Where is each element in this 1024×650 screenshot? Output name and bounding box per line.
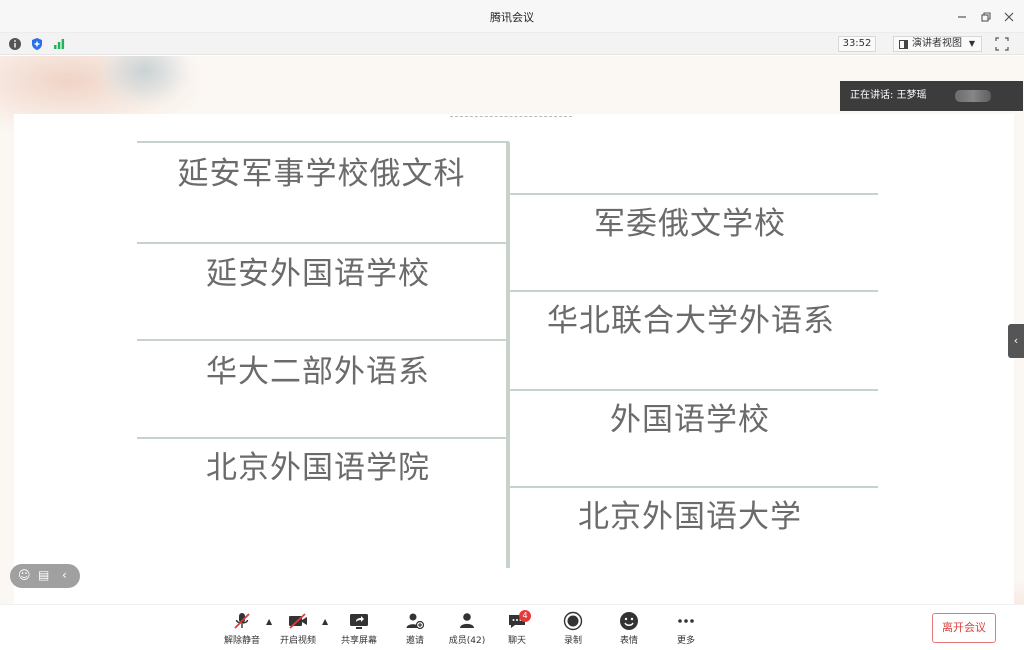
meeting-timer: 33:52	[838, 36, 876, 52]
more-button[interactable]: 更多	[673, 611, 699, 647]
meeting-toolbar: 解除静音 ▲ 开启视频 ▲ 共享屏幕 邀请 成员(42) 聊天 4 录制 表情 …	[0, 604, 1024, 650]
diagram-left-label: 华大二部外语系	[206, 354, 430, 390]
active-speaker-banner: 正在讲话: 王梦瑶	[840, 81, 1023, 111]
reactions-button[interactable]: 表情	[616, 611, 642, 647]
restore-button[interactable]	[976, 7, 996, 27]
unmute-button[interactable]: 解除静音	[222, 611, 262, 647]
emoji-icon[interactable]: ☺	[18, 568, 31, 582]
restore-icon	[981, 12, 991, 22]
speaker-view-icon	[899, 40, 908, 49]
shared-screen-area: 延安军事学校俄文科 延安外国语学校 华大二部外语系 北京外国语学院 军委俄文学校…	[0, 56, 1024, 604]
record-label: 录制	[563, 636, 582, 646]
camera-off-icon	[289, 613, 307, 629]
fullscreen-icon	[995, 37, 1009, 51]
record-icon	[563, 611, 583, 631]
unmute-label: 解除静音	[223, 636, 260, 646]
diagram-right-label: 北京外国语大学	[578, 499, 802, 535]
more-dots-icon	[678, 619, 694, 623]
diagram-right-line	[510, 290, 878, 292]
minimize-icon	[958, 16, 966, 18]
record-button[interactable]: 录制	[560, 611, 586, 647]
invite-label: 邀请	[405, 636, 424, 646]
view-mode-label: 演讲者视图	[912, 38, 962, 49]
add-user-icon	[406, 613, 425, 630]
share-screen-label: 共享屏幕	[340, 636, 377, 646]
window-title: 腾讯会议	[490, 11, 534, 24]
floating-controls-pill[interactable]: ☺ ▤ ‹	[10, 564, 80, 588]
security-shield-icon[interactable]	[30, 37, 44, 51]
active-speaker-text: 正在讲话: 王梦瑶	[850, 90, 927, 101]
invite-button[interactable]: 邀请	[401, 611, 429, 647]
diagram-left-label: 延安军事学校俄文科	[177, 156, 466, 192]
reactions-label: 表情	[619, 636, 638, 646]
members-label: 成员(42)	[448, 636, 486, 646]
info-icon[interactable]	[8, 37, 22, 51]
watercolor-decoration	[100, 56, 190, 106]
diagram-right-label: 华北联合大学外语系	[547, 303, 835, 339]
chevron-left-icon[interactable]: ‹	[62, 568, 67, 582]
video-options-arrow[interactable]: ▲	[322, 617, 328, 626]
chat-unread-badge: 4	[519, 610, 531, 622]
fullscreen-button[interactable]	[992, 36, 1012, 52]
chat-bubble-icon[interactable]: ▤	[38, 568, 49, 582]
diagram-right-line	[510, 193, 878, 195]
title-bar: 腾讯会议	[0, 0, 1024, 33]
network-signal-icon[interactable]	[52, 37, 66, 51]
chevron-down-icon: ▼	[968, 39, 975, 48]
smiley-icon	[620, 612, 638, 630]
start-video-button[interactable]: 开启视频	[278, 611, 318, 647]
more-label: 更多	[676, 636, 695, 646]
chevron-left-icon: ‹	[1013, 334, 1019, 347]
diagram-left-line	[137, 339, 506, 341]
members-icon	[460, 613, 474, 628]
microphone-muted-icon	[234, 613, 250, 629]
diagram-right-line	[510, 486, 878, 488]
diagram-left-line	[137, 437, 506, 439]
diagram-right-line	[510, 389, 878, 391]
audio-options-arrow[interactable]: ▲	[266, 617, 272, 626]
diagram-left-line	[137, 242, 506, 244]
view-mode-button[interactable]: 演讲者视图 ▼	[893, 36, 982, 52]
start-video-label: 开启视频	[279, 636, 316, 646]
minimize-button[interactable]	[952, 7, 972, 27]
close-icon	[1004, 12, 1014, 22]
diagram-left-line	[137, 141, 509, 143]
share-screen-icon	[350, 614, 368, 629]
leave-meeting-button[interactable]: 离开会议	[932, 613, 996, 643]
meeting-info-bar: 33:52 演讲者视图 ▼	[0, 33, 1024, 55]
diagram-left-label: 北京外国语学院	[206, 450, 430, 486]
share-screen-button[interactable]: 共享屏幕	[337, 611, 381, 647]
diagram-left-label: 延安外国语学校	[206, 256, 430, 292]
close-button[interactable]	[999, 7, 1019, 27]
slide-divider	[450, 116, 572, 117]
chat-label: 聊天	[507, 636, 526, 646]
diagram-right-label: 军委俄文学校	[594, 206, 786, 242]
members-button[interactable]: 成员(42)	[446, 611, 488, 647]
diagram-right-label: 外国语学校	[610, 402, 770, 438]
speaker-avatar	[955, 90, 991, 102]
side-panel-toggle[interactable]: ‹	[1008, 324, 1024, 358]
